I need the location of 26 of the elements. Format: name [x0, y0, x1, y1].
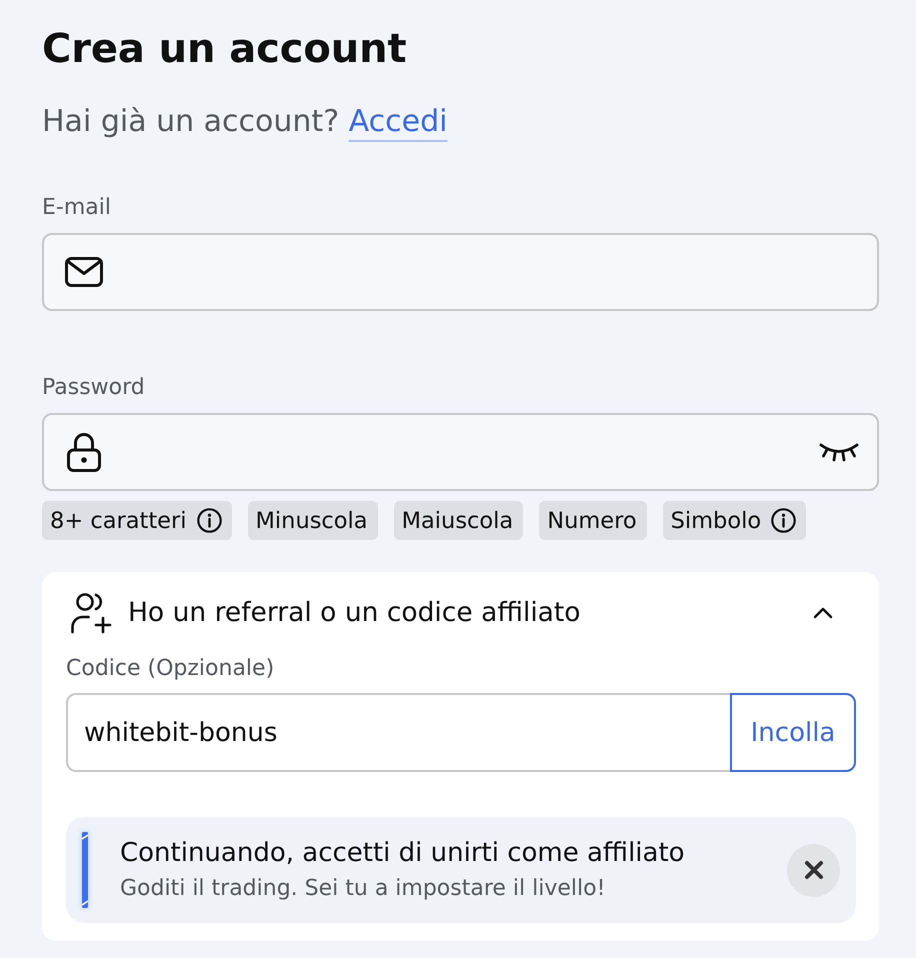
- paste-button[interactable]: Incolla: [730, 693, 856, 772]
- signin-link[interactable]: Accedi: [348, 104, 448, 139]
- info-icon[interactable]: [196, 508, 222, 533]
- close-icon: [804, 860, 824, 880]
- notice-title: Continuando, accetti di unirti come affiliato: [120, 837, 686, 869]
- mail-icon: [65, 257, 103, 287]
- field-label: Password: [42, 374, 145, 402]
- chevron-up-icon[interactable]: [813, 607, 833, 619]
- requirement-text: Maiuscola: [402, 506, 514, 534]
- requirement-text: Simbolo: [670, 506, 762, 534]
- requirement-text: Minuscola: [256, 506, 368, 534]
- password-field[interactable]: [42, 413, 879, 491]
- field-label: E-mail: [42, 194, 111, 222]
- code-field[interactable]: whitebit-bonus: [66, 693, 730, 772]
- info-icon[interactable]: [771, 508, 796, 533]
- email-field[interactable]: [42, 233, 879, 311]
- field-label: Codice (Opzionale): [66, 655, 274, 683]
- referral-title[interactable]: Ho un referral o un codice affiliato: [128, 596, 813, 630]
- lock-icon: [67, 432, 101, 472]
- page-title: Crea un account: [42, 25, 408, 73]
- eye-closed-icon[interactable]: [819, 442, 859, 462]
- requirement-text: Numero: [547, 506, 637, 534]
- signin-prompt: Hai già un account?: [42, 104, 340, 139]
- notice-text: Goditi il trading. Sei tu a impostare il livello!: [120, 875, 606, 903]
- user-plus-icon: [70, 592, 112, 634]
- requirement-text: 8+ caratteri: [50, 506, 187, 534]
